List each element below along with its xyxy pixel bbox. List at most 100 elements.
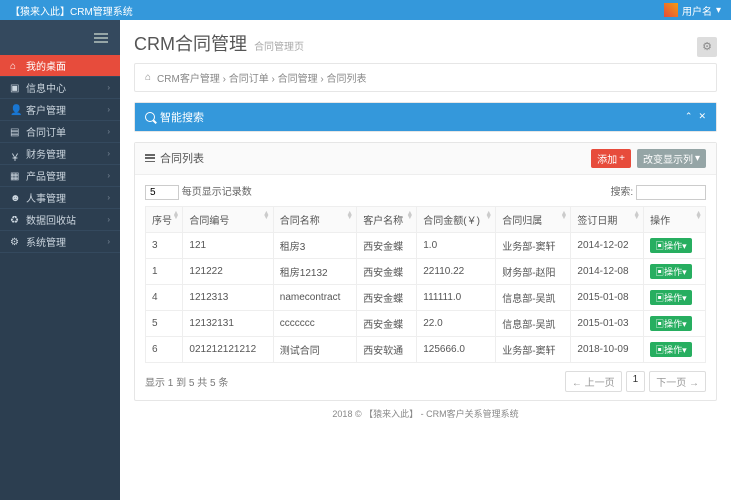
column-header[interactable]: 操作▲▼ [644,206,706,232]
sort-icon: ▲▼ [172,212,179,220]
prev-page-button[interactable]: ← 上一页 [565,371,622,392]
cell-name: 租房12132 [273,258,356,284]
sidebar-item-label: 数据回收站 [26,212,76,227]
change-columns-button[interactable]: 改变显示列▾ [637,149,706,168]
sort-icon: ▲▼ [633,212,640,220]
column-header[interactable]: 客户名称▲▼ [357,206,417,232]
table-info: 显示 1 到 5 共 5 条 [145,374,228,389]
breadcrumb-item[interactable]: 合同列表 [327,74,367,85]
sidebar-toggle[interactable] [0,20,120,55]
cube-icon: ▦ [10,171,20,181]
breadcrumb-item[interactable]: 合同管理 [278,74,318,85]
chevron-right-icon: › [107,105,110,114]
file-icon: ▤ [10,127,20,137]
column-header[interactable]: 合同名称▲▼ [273,206,356,232]
page-subtitle: 合同管理页 [254,42,304,53]
footer: 2018 © 【猿来入此】 - CRM客户关系管理系统 [134,401,717,426]
sidebar-item-1[interactable]: ▣ 信息中心 › [0,77,120,99]
cell-owner: 信息部-吴凯 [496,310,571,336]
cell-cust: 西安金蝶 [357,310,417,336]
table-row: 1121222租房12132西安金蝶22110.22财务部-赵阳2014-12-… [146,258,706,284]
cell-no: 3 [146,232,183,258]
sidebar-item-3[interactable]: ▤合同订单› [0,121,120,143]
gear-icon: ⚙ [10,237,20,247]
cell-date: 2014-12-02 [571,232,644,258]
settings-button[interactable]: ⚙ [697,37,717,57]
sort-icon: ▲▼ [485,212,492,220]
sidebar-item-2[interactable]: 👤客户管理› [0,99,120,121]
table-row: 6021212121212测试合同西安软通125666.0业务部-窦轩2018-… [146,336,706,362]
add-button[interactable]: 添加+ [591,149,631,168]
cell-name: 租房3 [273,232,356,258]
cell-no: 6 [146,336,183,362]
search-icon [145,112,155,122]
sidebar-item-6[interactable]: ☻ 人事管理 › [0,187,120,209]
search-input[interactable] [636,185,706,200]
contract-table: 序号▲▼合同编号▲▼合同名称▲▼客户名称▲▼合同金额(￥)▲▼合同归属▲▼签订日… [145,206,706,363]
cell-no: 5 [146,310,183,336]
trash-icon: ♻ [10,215,20,225]
cell-owner: 信息部-吴凯 [496,284,571,310]
chevron-right-icon: › [107,149,110,158]
sort-icon: ▲▼ [560,212,567,220]
page-number[interactable]: 1 [626,371,646,392]
cell-cust: 西安金蝶 [357,232,417,258]
page-size-label: 每页显示记录数 [182,187,252,198]
sidebar-item-label: 人事管理 [26,190,66,205]
cell-owner: 财务部-赵阳 [496,258,571,284]
person-icon: ☻ [10,193,20,203]
chevron-down-icon: ▾ [695,153,700,164]
cell-amount: 1.0 [417,232,496,258]
sidebar-item-label: 产品管理 [26,168,66,183]
top-bar: 【猿来入此】CRM管理系统 用户名 ▾ [0,0,731,20]
chevron-right-icon: › [107,83,110,92]
list-panel: 合同列表 添加+ 改变显示列▾ 每页显示记录数 搜索: [134,142,717,401]
cell-owner: 业务部-窦轩 [496,232,571,258]
cell-no: 4 [146,284,183,310]
column-header[interactable]: 合同编号▲▼ [183,206,273,232]
chevron-down-icon: ▾ [716,5,721,16]
user-menu[interactable]: 用户名 ▾ [664,3,721,18]
row-action-button[interactable]: ▣操作▾ [650,264,692,279]
info-icon: ▣ [10,83,20,93]
sidebar-item-0[interactable]: ⌂我的桌面 [0,55,120,77]
user-name: 用户名 [682,3,712,18]
sort-icon: ▲▼ [695,212,702,220]
sort-icon: ▲▼ [406,212,413,220]
cell-date: 2014-12-08 [571,258,644,284]
table-row: 41212313namecontract西安金蝶111111.0信息部-吴凯20… [146,284,706,310]
chevron-right-icon: › [107,193,110,202]
cell-date: 2015-01-03 [571,310,644,336]
column-header[interactable]: 序号▲▼ [146,206,183,232]
close-icon[interactable]: ✕ [698,111,706,122]
plus-icon: + [619,153,625,164]
list-icon [145,154,155,162]
breadcrumb-item[interactable]: CRM客户管理 [157,74,220,85]
row-action-button[interactable]: ▣操作▾ [650,342,692,357]
cell-name: ccccccc [273,310,356,336]
row-action-button[interactable]: ▣操作▾ [650,316,692,331]
cell-code: 121222 [183,258,273,284]
cell-date: 2018-10-09 [571,336,644,362]
next-page-button[interactable]: 下一页 → [649,371,706,392]
table-row: 512132131ccccccc西安金蝶22.0信息部-吴凯2015-01-03… [146,310,706,336]
row-action-button[interactable]: ▣操作▾ [650,238,692,253]
column-header[interactable]: 签订日期▲▼ [571,206,644,232]
sidebar-item-7[interactable]: ♻数据回收站› [0,209,120,231]
app-title: 【猿来入此】CRM管理系统 [10,3,133,18]
user-icon: 👤 [10,105,20,115]
sidebar-item-4[interactable]: ￥财务管理› [0,143,120,165]
collapse-icon[interactable]: ⌃ [685,111,693,122]
table-row: 3121租房3西安金蝶1.0业务部-窦轩2014-12-02▣操作▾ [146,232,706,258]
row-action-button[interactable]: ▣操作▾ [650,290,692,305]
column-header[interactable]: 合同金额(￥)▲▼ [417,206,496,232]
breadcrumb-item[interactable]: 合同订单 [229,74,269,85]
avatar [664,3,678,17]
sidebar-item-label: 信息中心 [26,80,66,95]
column-header[interactable]: 合同归属▲▼ [496,206,571,232]
sidebar-item-5[interactable]: ▦产品管理› [0,165,120,187]
sidebar-item-8[interactable]: ⚙系统管理› [0,231,120,253]
cell-cust: 西安金蝶 [357,284,417,310]
page-size-select[interactable] [145,185,179,200]
pager: ← 上一页 1 下一页 → [565,371,706,392]
